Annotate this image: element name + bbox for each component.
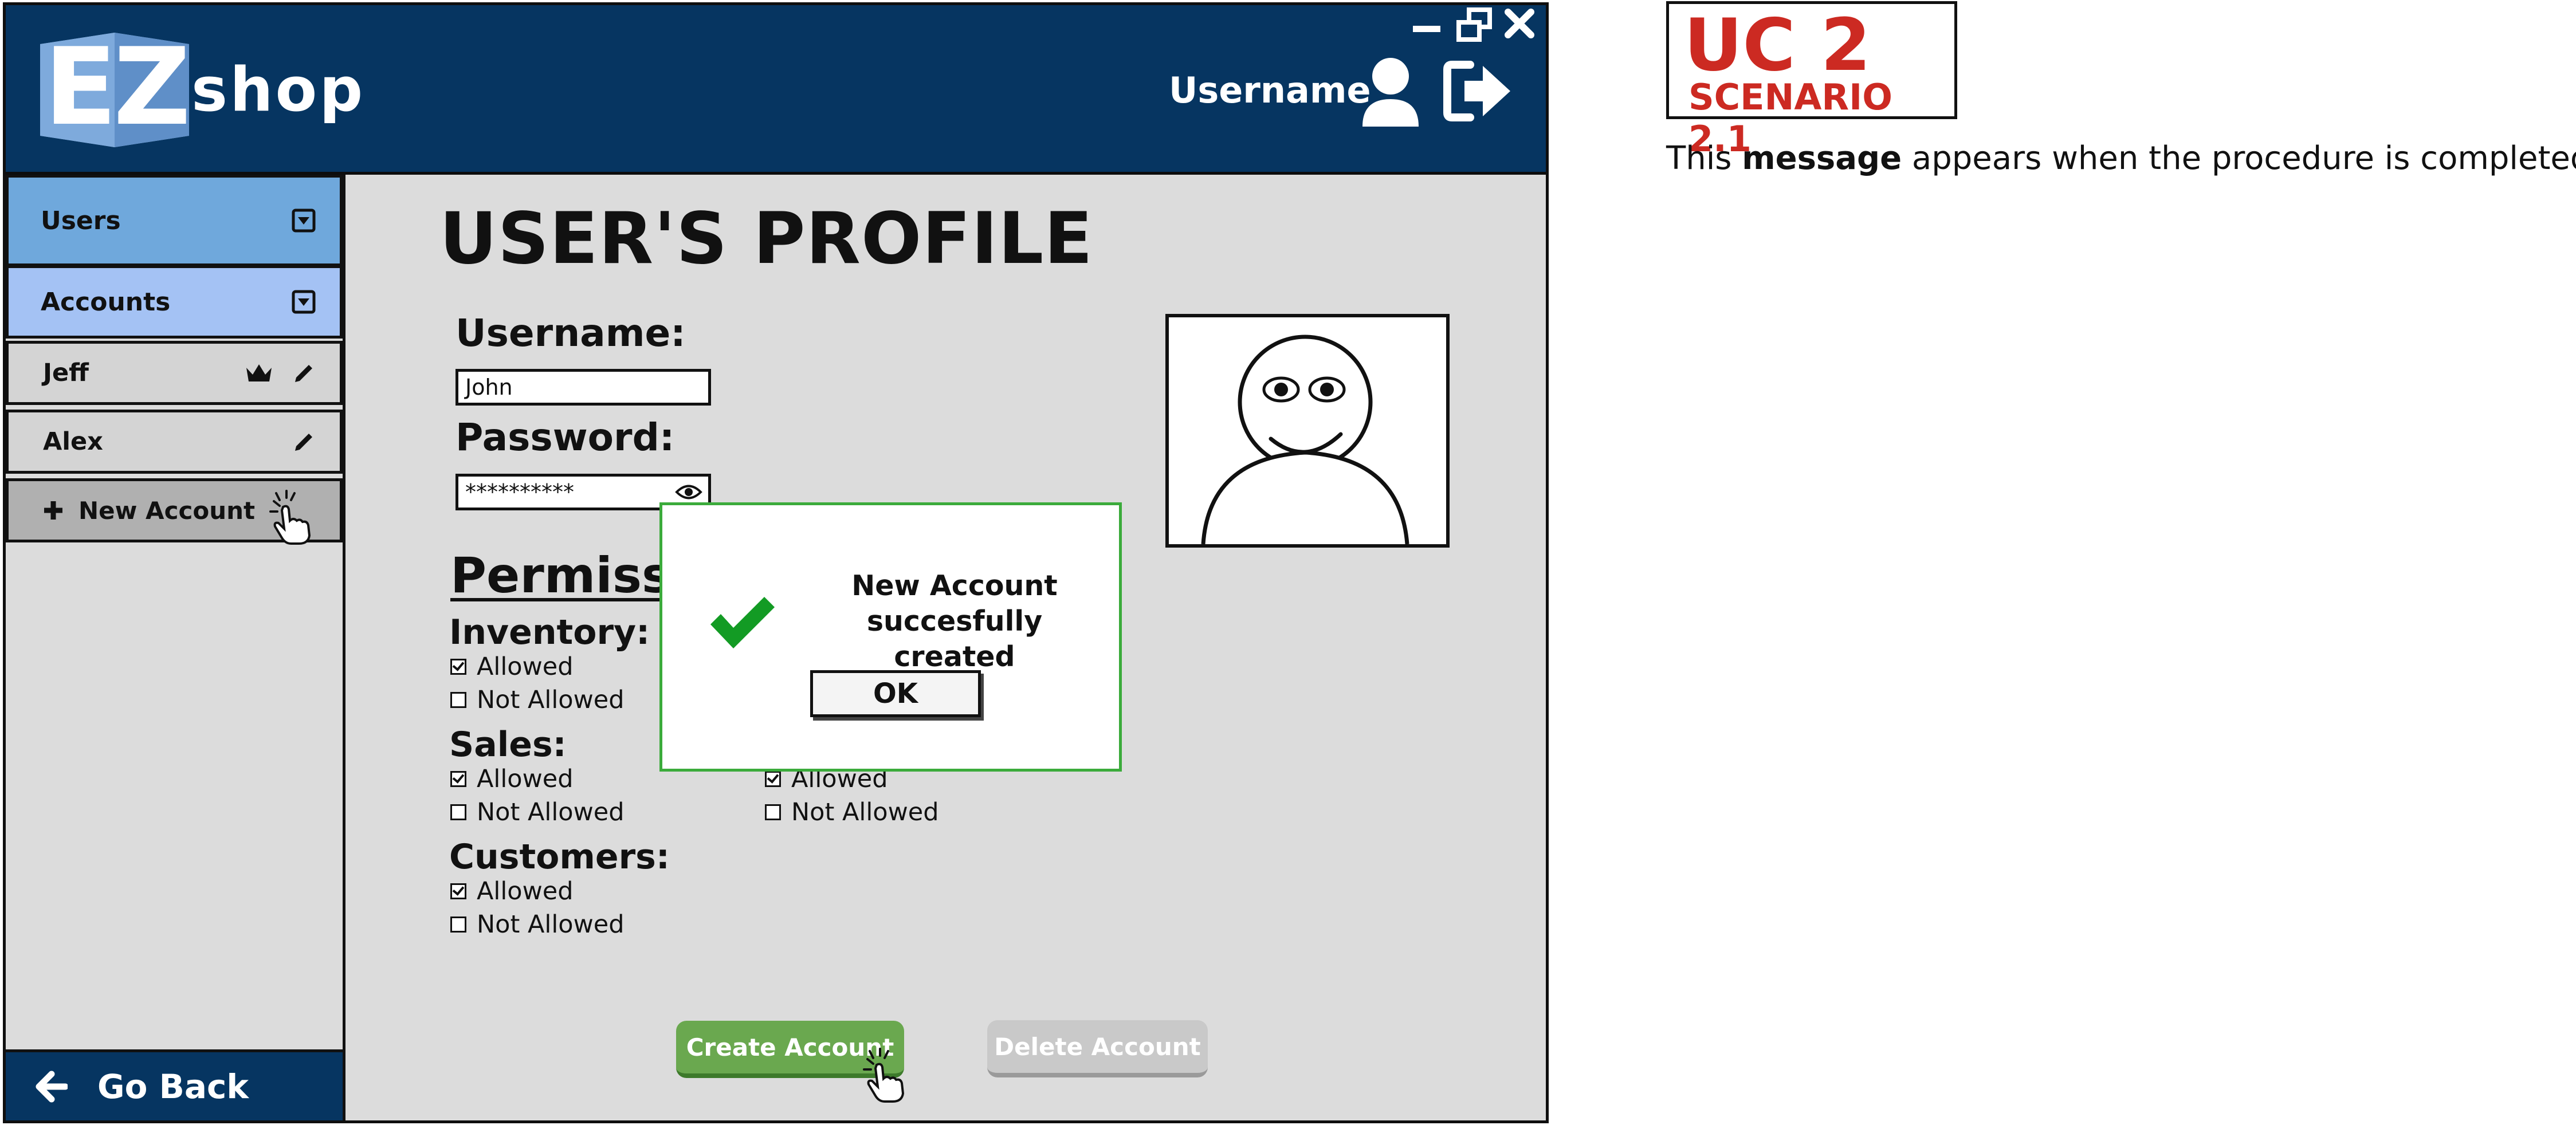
- header-username: Username: [1169, 69, 1371, 111]
- dialog-message: New Account succesfully created: [806, 568, 1104, 675]
- pointer-cursor-icon: [856, 1047, 913, 1104]
- use-case-label: UC 2 SCENARIO 2.1: [1666, 1, 1957, 160]
- page-title: USER'S PROFILE: [439, 198, 1093, 280]
- sidebar-item-label: Jeff: [43, 359, 89, 387]
- checkmark-icon: [708, 595, 777, 650]
- edit-pencil-icon[interactable]: [293, 430, 316, 453]
- checkbox-unchecked[interactable]: [450, 804, 466, 820]
- option-label: Allowed: [477, 877, 574, 906]
- checkbox-checked[interactable]: [765, 771, 781, 787]
- sidebar-item-label: Accounts: [41, 287, 171, 317]
- plus-icon: [42, 499, 65, 522]
- section-sales-title: Sales:: [449, 725, 567, 765]
- checkbox-unchecked[interactable]: [450, 916, 466, 933]
- right-not-allowed-option[interactable]: Not Allowed: [765, 798, 939, 827]
- go-back-button[interactable]: Go Back: [6, 1049, 343, 1120]
- app-window: EZ shop Username Users Accounts Jeff Ale…: [3, 2, 1549, 1123]
- logout-icon[interactable]: [1443, 58, 1514, 124]
- section-customers-title: Customers:: [449, 837, 670, 877]
- note-text-bold: message: [1742, 140, 1902, 177]
- note-text-pre: This: [1666, 140, 1742, 177]
- sidebar-item-accounts[interactable]: Accounts: [6, 265, 343, 339]
- customers-not-allowed-option[interactable]: Not Allowed: [450, 910, 625, 939]
- sidebar-item-alex[interactable]: Alex: [6, 410, 343, 474]
- option-label: Not Allowed: [791, 798, 939, 827]
- dropdown-icon[interactable]: [292, 290, 316, 314]
- password-label: Password:: [455, 415, 675, 459]
- success-dialog: New Account succesfully created OK: [659, 502, 1122, 772]
- section-inventory-title: Inventory:: [449, 612, 650, 652]
- smiley-face-icon: [1201, 335, 1409, 544]
- customers-allowed-option[interactable]: Allowed: [450, 877, 574, 906]
- edit-pencil-icon[interactable]: [293, 361, 316, 384]
- checkbox-unchecked[interactable]: [450, 692, 466, 708]
- option-label: Not Allowed: [477, 910, 625, 939]
- dropdown-icon[interactable]: [292, 209, 316, 233]
- avatar: [1165, 314, 1450, 548]
- sales-allowed-option[interactable]: Allowed: [450, 765, 574, 793]
- use-case-title: UC 2: [1684, 3, 1871, 87]
- sales-not-allowed-option[interactable]: Not Allowed: [450, 798, 625, 827]
- go-back-label: Go Back: [97, 1067, 249, 1106]
- username-input[interactable]: John: [455, 369, 711, 406]
- username-label: Username:: [455, 311, 686, 355]
- inventory-not-allowed-option[interactable]: Not Allowed: [450, 686, 625, 714]
- title-bar: EZ shop Username: [6, 5, 1546, 175]
- arrow-left-icon: [34, 1071, 68, 1103]
- option-label: Allowed: [477, 652, 574, 681]
- brand-name: shop: [191, 54, 366, 125]
- sidebar: Users Accounts Jeff Alex New Account Go …: [6, 175, 345, 1120]
- user-icon[interactable]: [1359, 56, 1422, 128]
- ok-button[interactable]: OK: [810, 670, 981, 717]
- delete-account-button[interactable]: Delete Account: [987, 1020, 1208, 1077]
- note-text-post: appears when the procedure is completed.: [1902, 140, 2576, 177]
- eye-icon[interactable]: [675, 483, 702, 501]
- restore-icon[interactable]: [1455, 7, 1493, 43]
- password-value: **********: [465, 479, 574, 505]
- dialog-message-line1: New Account: [851, 569, 1058, 602]
- checkbox-checked[interactable]: [450, 883, 466, 899]
- option-label: Not Allowed: [477, 686, 625, 714]
- sidebar-item-label: Users: [41, 206, 121, 235]
- sidebar-item-label: Alex: [43, 427, 103, 456]
- close-icon[interactable]: [1503, 7, 1536, 40]
- logo-letters: EZ: [44, 25, 191, 149]
- checkbox-checked[interactable]: [450, 659, 466, 675]
- ezshop-logo: EZ: [34, 27, 195, 147]
- checkbox-unchecked[interactable]: [765, 804, 781, 820]
- option-label: Allowed: [477, 765, 574, 793]
- pointer-cursor-icon: [262, 489, 320, 546]
- checkbox-checked[interactable]: [450, 771, 466, 787]
- dialog-message-line2: succesfully created: [866, 605, 1043, 673]
- sidebar-item-users[interactable]: Users: [6, 175, 343, 266]
- sidebar-item-jeff[interactable]: Jeff: [6, 341, 343, 405]
- inventory-allowed-option[interactable]: Allowed: [450, 652, 574, 681]
- crown-icon: [245, 362, 273, 384]
- minimize-icon[interactable]: [1411, 18, 1443, 41]
- option-label: Not Allowed: [477, 798, 625, 827]
- annotation-note: This message appears when the procedure …: [1666, 140, 2576, 177]
